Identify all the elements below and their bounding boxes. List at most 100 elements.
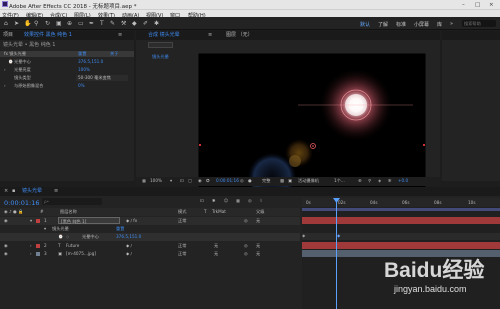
help-search-input[interactable]: 搜索帮助 (462, 20, 496, 27)
layer-trkmat-dropdown[interactable]: 无 (214, 251, 218, 256)
about-link[interactable]: 关于 (110, 51, 118, 56)
panel-menu-icon[interactable]: ≡ (118, 33, 122, 38)
work-area-bar[interactable] (302, 208, 500, 211)
tab-composition[interactable]: 合成 镜头光晕 (148, 33, 180, 38)
tab-layer[interactable]: 图层 （无） (226, 33, 253, 38)
motion-blur-icon[interactable]: ◎ (248, 198, 252, 203)
graph-editor-icon[interactable]: ⌇ (260, 198, 262, 203)
eye-icon[interactable]: ◉ (4, 251, 8, 256)
layer-row[interactable]: ◉ ▾ 1 [黑色 纯色 1] ◆ ∕ fx 正常 ◎ 无 (0, 217, 300, 225)
grid-icon[interactable]: ▦ (142, 178, 146, 183)
property-sub-row[interactable]: ⌚ ◇ 光晕中心 376.5,151.0 (0, 233, 300, 241)
comp-subtab[interactable]: 镜头光晕 (148, 42, 173, 59)
layer-row[interactable]: ◉ › 3 ▣ [m-4075...jpg] ◆ ∕ 正常 无 ◎ 无 (0, 250, 300, 258)
pen-tool-icon[interactable]: ✒ (89, 20, 94, 27)
rotate-tool-icon[interactable]: ↻ (45, 20, 50, 27)
rectangle-tool-icon[interactable]: ▭ (78, 20, 84, 27)
fit-icon[interactable]: ▾ (170, 178, 172, 183)
workspace-small-screen[interactable]: 小屏幕 (414, 21, 429, 28)
expand-arrow-icon[interactable]: › (4, 83, 6, 88)
collapse-arrow-icon[interactable]: ▾ (44, 226, 46, 231)
camera-tool-icon[interactable]: ▣ (56, 20, 62, 27)
puppet-pin-tool-icon[interactable]: ✱ (154, 20, 159, 27)
safe-margins-icon[interactable]: ⊡ (180, 178, 184, 183)
lens-type-dropdown[interactable]: 50-300 毫米变焦 (76, 75, 128, 81)
effect-row-lens-flare[interactable]: fx 镜头光晕 重置 关于 (0, 51, 134, 57)
stopwatch-icon[interactable]: ⌚ (8, 59, 13, 64)
layer-switches-icon[interactable]: ◆ ∕ (126, 243, 132, 248)
layer-bar[interactable] (302, 217, 500, 224)
clone-stamp-tool-icon[interactable]: ⚒ (121, 20, 126, 27)
layer-parent-dropdown[interactable]: 无 (256, 218, 260, 223)
collapse-arrow-icon[interactable]: ▾ (30, 218, 32, 223)
prop-value[interactable]: 0% (78, 83, 85, 88)
exposure-value[interactable]: +0.0 (398, 178, 408, 183)
camera-snapshot-icon[interactable]: ◉ (198, 178, 202, 183)
property-value[interactable]: 376.5,151.0 (116, 234, 141, 239)
workspace-libraries[interactable]: 库 (437, 21, 442, 28)
prop-value[interactable]: 376.5,151.0 (78, 59, 103, 64)
parent-pickwhip-icon[interactable]: ◎ (244, 243, 248, 248)
layer-bar[interactable] (302, 242, 500, 249)
layer-parent-dropdown[interactable]: 无 (256, 251, 260, 256)
tab-effect-controls[interactable]: 效果控件 黑色 纯色 1 (24, 33, 72, 38)
keyframe-nav-icon[interactable]: ◇ (66, 234, 69, 239)
layer-handle-left[interactable] (199, 144, 201, 146)
layer-switches-icon[interactable]: ◆ ∕ fx (126, 218, 137, 223)
layer-mode-dropdown[interactable]: 正常 (178, 251, 186, 256)
layer-mode-dropdown[interactable]: 正常 (178, 243, 186, 248)
brush-tool-icon[interactable]: ✎ (110, 20, 115, 27)
layer-trkmat-dropdown[interactable]: 无 (214, 243, 218, 248)
workspace-default[interactable]: 默认 (360, 21, 370, 28)
timeline-timecode[interactable]: 0:00:01:16 (4, 199, 40, 207)
layer-switches-icon[interactable]: ◆ ∕ (126, 251, 132, 256)
playhead-line[interactable] (336, 198, 337, 309)
reset-link[interactable]: 重置 (78, 51, 86, 56)
close-tab-icon[interactable]: × (4, 189, 8, 194)
panel-menu-icon[interactable]: ≡ (54, 189, 58, 194)
layer-name-field[interactable]: [黑色 纯色 1] (58, 217, 120, 224)
region-icon[interactable]: ▢ (188, 178, 192, 183)
tab-project[interactable]: 项目 (3, 33, 13, 38)
home-icon[interactable]: ⌂ (4, 20, 8, 27)
zoom-tool-icon[interactable]: ⚲ (34, 20, 38, 27)
views-dropdown[interactable]: 1个... (334, 178, 345, 183)
pan-behind-tool-icon[interactable]: ⊕ (67, 20, 72, 27)
shy-icon[interactable]: ☺ (224, 198, 228, 203)
label-color-swatch[interactable] (36, 219, 40, 223)
snapshot-icon[interactable]: ◎ (240, 178, 244, 183)
resolution-dropdown[interactable]: 完整 (262, 178, 270, 183)
flowchart-icon[interactable]: ⚲ (368, 178, 371, 183)
draft-3d-icon[interactable]: ✱ (212, 198, 216, 203)
time-ruler[interactable]: 0s 02s 04s 06s 08s 10s (302, 198, 500, 207)
expand-arrow-icon[interactable]: › (30, 251, 32, 256)
prop-value[interactable]: 100% (78, 67, 90, 72)
layer-handle-right[interactable] (423, 144, 425, 146)
layer-row[interactable]: ◉ › 2 T Future ◆ ∕ 正常 无 ◎ 无 (0, 242, 300, 250)
tab-timeline[interactable]: 镜头光晕 (22, 189, 42, 194)
render-icon[interactable]: ◈ (378, 178, 381, 183)
expand-arrow-icon[interactable]: › (4, 67, 6, 72)
color-icon[interactable]: ● (248, 178, 252, 183)
camera-dropdown[interactable]: 活动摄像机 (298, 178, 319, 183)
expand-arrow-icon[interactable]: › (30, 243, 32, 248)
roto-brush-tool-icon[interactable]: ✐ (143, 20, 148, 27)
layer-mode-dropdown[interactable]: 正常 (178, 218, 186, 223)
panel-menu-icon[interactable]: ≡ (208, 33, 212, 38)
keyframe-icon[interactable]: ◆ (302, 233, 305, 238)
selection-tool-icon[interactable]: ➤ (14, 20, 19, 27)
workspace-learn[interactable]: 了解 (378, 21, 388, 28)
comp-button-icon[interactable]: ⊡ (200, 198, 204, 203)
layer-parent-dropdown[interactable]: 无 (256, 243, 260, 248)
label-color-swatch[interactable] (36, 244, 40, 248)
parent-pickwhip-icon[interactable]: ◎ (244, 218, 248, 223)
zoom-dropdown[interactable]: 100% (150, 178, 162, 183)
current-time-display[interactable]: 0:00:01:16 (216, 178, 239, 183)
label-color-swatch[interactable] (36, 252, 40, 256)
channel-icon[interactable]: ✪ (206, 178, 210, 183)
eraser-tool-icon[interactable]: ◆ (132, 20, 137, 27)
close-button[interactable]: × (489, 2, 494, 8)
render-queue-icon[interactable]: ▪ (12, 189, 15, 194)
effect-reset-link[interactable]: 重置 (116, 226, 124, 231)
minimize-button[interactable]: – (462, 2, 465, 8)
